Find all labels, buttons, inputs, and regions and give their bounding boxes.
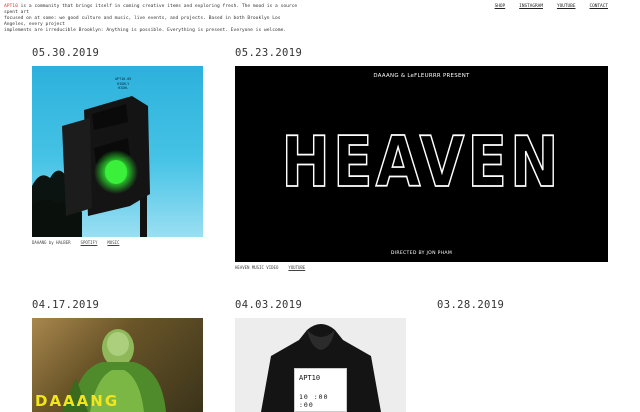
spotify-link[interactable]: SPOTIFY [81,240,98,245]
intro-line-3: implements are irreducible Brooklyn: Any… [4,28,287,33]
post-image-traffic-light[interactable]: APT10.05 HIGHLY HIGHL [32,66,203,237]
nav-instagram-link[interactable]: INSTAGRAM [519,4,543,9]
hoodie-label-card: APT10 10 :00 :00 [294,368,347,412]
post-date: 05.23.2019 [235,47,303,59]
top-nav: SHOP INSTAGRAM YOUTUBE CONTACT [495,4,608,9]
traffic-light-photo [32,96,150,237]
video-presenter-text: DAAANG & LeFLEURRR PRESENT [373,73,470,79]
intro-line-1: is a community that brings itself in com… [4,4,298,15]
music-link[interactable]: MUSIC [107,240,119,245]
post-date: 04.17.2019 [32,299,100,311]
post-caption: DAAANG by HALBER SPOTIFY MUSIC [32,240,119,245]
post-image-hoodie[interactable]: APT10 10 :00 :00 [235,318,406,412]
post-date: 03.28.2019 [437,299,505,311]
video-title: HEAVEN [281,120,562,203]
hoodie-code-text: APT10 [299,374,321,382]
post-date: 04.03.2019 [235,299,303,311]
hoodie-time-text: 10 :00 :00 [299,393,329,409]
caption-text: HEAVEN MUSIC VIDEO [235,265,279,270]
intro-text: APT10 is a community that brings itself … [4,4,304,34]
nav-shop-link[interactable]: SHOP [495,4,506,9]
post-video-heaven[interactable]: DAAANG & LeFLEURRR PRESENT HEAVEN DIRECT… [235,66,608,262]
video-director-credit: DIRECTED BY JON PHAM [390,251,453,256]
caption-text: DAAANG by HALBER [32,240,71,245]
post-image-jacket[interactable]: DAAANG [32,318,203,412]
youtube-link[interactable]: YOUTUBE [288,265,305,270]
post-caption: HEAVEN MUSIC VIDEO YOUTUBE [235,265,305,270]
post-date: 05.30.2019 [32,47,100,59]
jacket-stamp-text: DAAANG [35,392,120,410]
nav-contact-link[interactable]: CONTACT [589,4,608,9]
brand-name: APT10 [4,4,18,9]
intro-line-2: focused on at some: we good culture and … [4,16,281,27]
nav-youtube-link[interactable]: YOUTUBE [557,4,576,9]
